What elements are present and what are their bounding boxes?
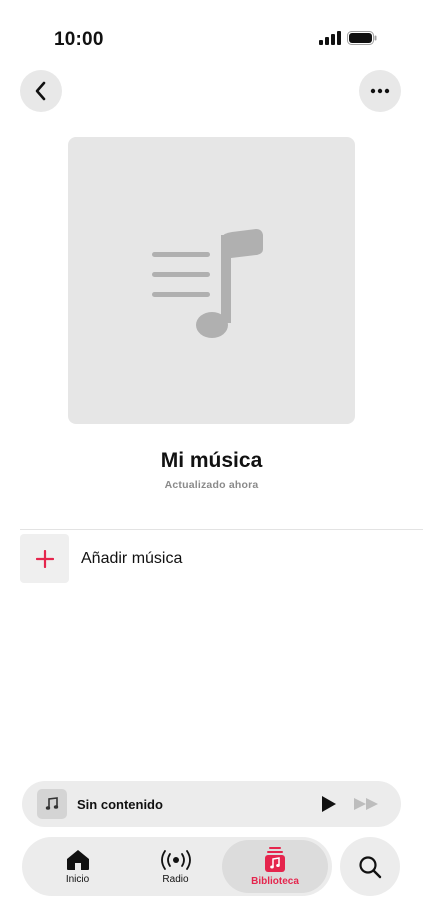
mini-player[interactable]: Sin contenido xyxy=(22,781,401,827)
plus-icon xyxy=(35,549,54,568)
play-button[interactable] xyxy=(321,795,337,813)
ellipsis-icon xyxy=(370,88,390,94)
play-icon xyxy=(322,796,336,812)
mini-player-title: Sin contenido xyxy=(77,796,163,812)
add-music-label: Añadir música xyxy=(81,549,183,567)
library-icon xyxy=(265,846,285,872)
chevron-left-icon xyxy=(35,81,46,101)
playlist-title: Mi música xyxy=(160,449,263,472)
music-note-list-icon xyxy=(151,228,263,338)
music-note-icon xyxy=(45,797,59,810)
divider xyxy=(20,529,423,530)
search-icon xyxy=(359,855,382,878)
add-music-tile xyxy=(20,534,69,583)
more-options-button[interactable] xyxy=(359,70,401,112)
tab-label-inicio: Inicio xyxy=(65,873,90,885)
tab-bar: Inicio Radio Biblioteca xyxy=(22,837,332,896)
playlist-subtitle: Actualizado ahora xyxy=(164,479,259,491)
tab-inicio[interactable]: Inicio xyxy=(40,840,115,893)
tab-radio[interactable]: Radio xyxy=(138,840,213,893)
back-button[interactable] xyxy=(20,70,62,112)
tab-label-biblioteca: Biblioteca xyxy=(251,875,299,887)
status-icons xyxy=(319,31,377,45)
playlist-artwork xyxy=(68,137,355,424)
fast-forward-icon xyxy=(354,798,378,810)
tab-label-radio: Radio xyxy=(162,873,189,885)
search-button[interactable] xyxy=(340,837,400,896)
signal-icon xyxy=(319,31,341,45)
battery-icon xyxy=(347,31,377,45)
tab-biblioteca[interactable]: Biblioteca xyxy=(222,840,328,893)
house-icon xyxy=(66,849,89,870)
broadcast-icon xyxy=(160,849,191,870)
status-time: 10:00 xyxy=(54,29,104,50)
status-bar: 10:00 xyxy=(0,0,423,70)
mini-player-artwork xyxy=(37,789,67,819)
add-music-button[interactable]: Añadir música xyxy=(20,534,400,583)
fast-forward-button[interactable] xyxy=(353,797,379,811)
